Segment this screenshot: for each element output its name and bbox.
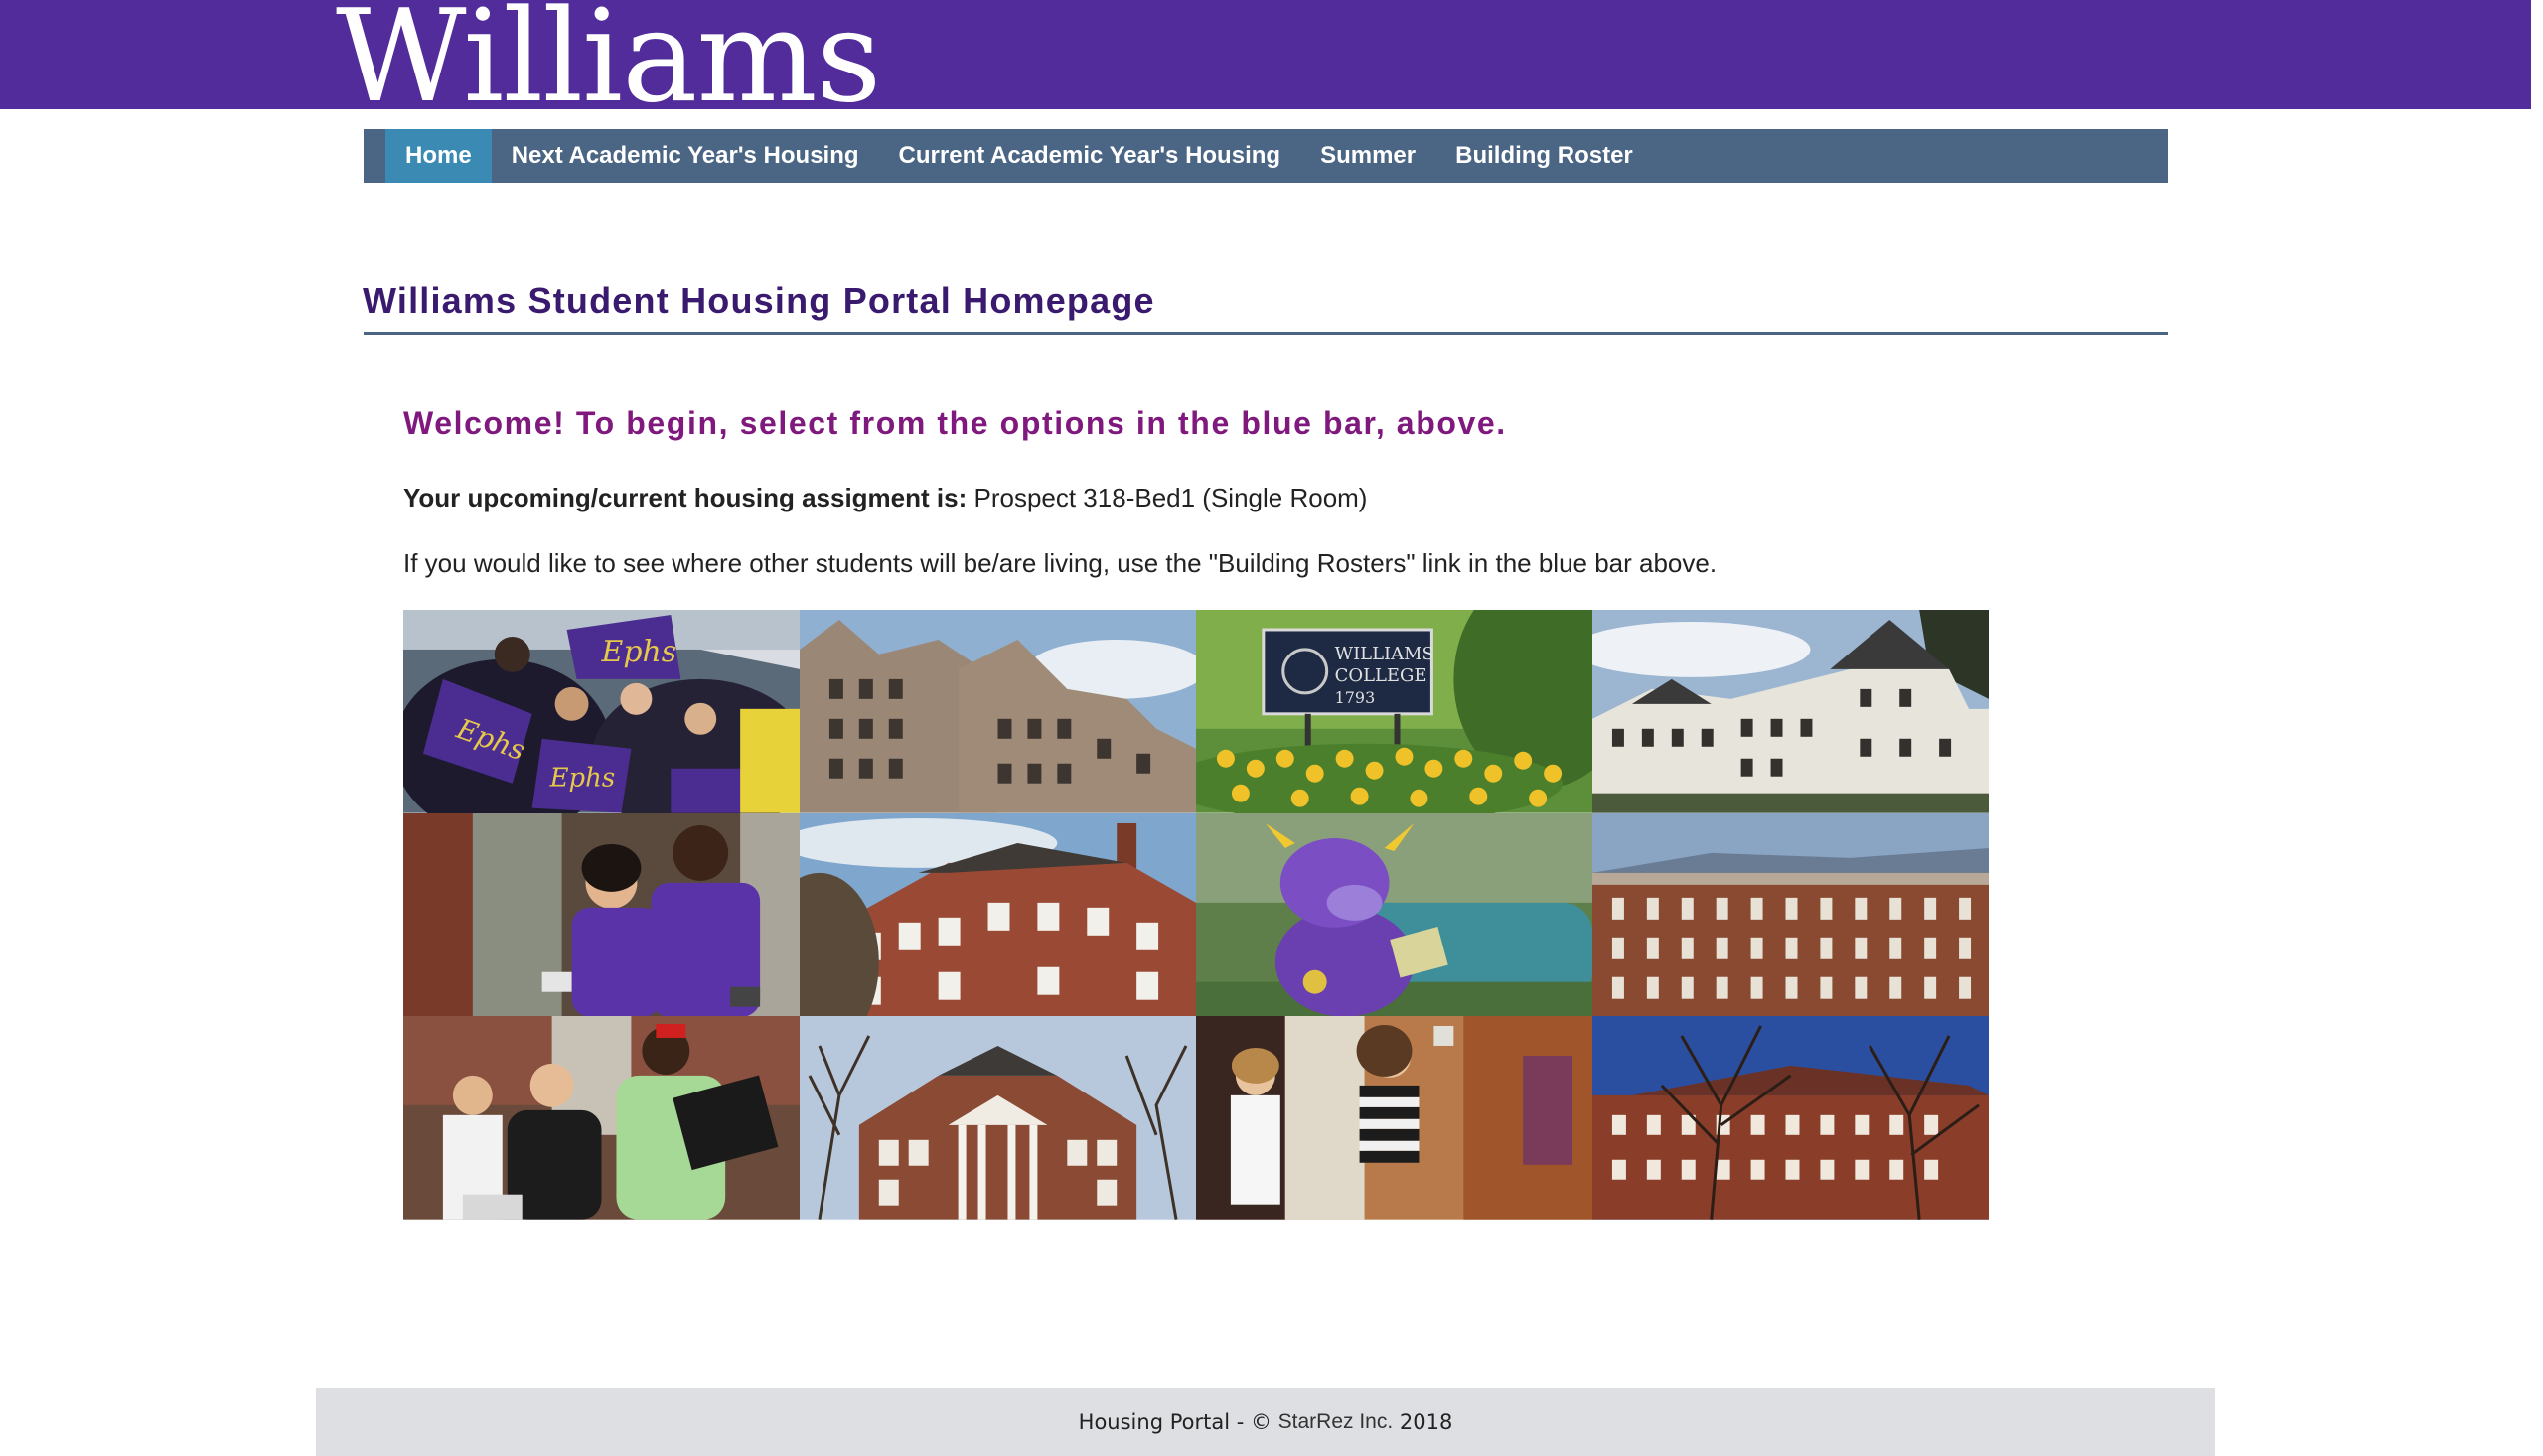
photo-stone-gothic-building [800, 610, 1196, 813]
welcome-heading: Welcome! To begin, select from the optio… [403, 405, 1507, 441]
svg-text:Ephs: Ephs [549, 764, 616, 794]
nav-home[interactable]: Home [385, 129, 492, 183]
photo-students-moving-in [403, 812, 800, 1017]
photo-brick-house-with-columns [800, 1016, 1196, 1220]
photo-students-in-dorm-room [1196, 1016, 1592, 1220]
nav-summer[interactable]: Summer [1300, 129, 1435, 183]
banner-text: Ephs [601, 635, 677, 669]
title-divider [364, 332, 2168, 335]
nav-current-academic-year-housing[interactable]: Current Academic Year's Housing [879, 129, 1301, 183]
starrez-link[interactable]: StarRez Inc. [1278, 1410, 1394, 1434]
nav-next-academic-year-housing[interactable]: Next Academic Year's Housing [492, 129, 879, 183]
roster-info-text: If you would like to see where other stu… [403, 548, 1718, 578]
photo-brick-hall-with-trees [1592, 1016, 1989, 1220]
photo-williams-college-sign: WILLIAMS COLLEGE 1793 [1196, 610, 1592, 813]
svg-text:COLLEGE: COLLEGE [1335, 665, 1427, 686]
svg-text:1793: 1793 [1335, 688, 1376, 707]
photo-brick-dormitory [1592, 812, 1989, 1017]
page: Williams Home Next Academic Year's Housi… [0, 0, 2543, 1456]
page-title: Williams Student Housing Portal Homepage [363, 280, 1155, 321]
main-nav: Home Next Academic Year's Housing Curren… [364, 129, 2168, 183]
photo-white-victorian-houses [1592, 610, 1989, 813]
site-footer: Housing Portal - © StarRez Inc. 2018 [316, 1388, 2215, 1456]
williams-logo[interactable]: Williams [336, 0, 881, 121]
footer-prefix: Housing Portal - © [1078, 1410, 1278, 1434]
assignment-label: Your upcoming/current housing assigment … [403, 483, 968, 512]
footer-year: 2018 [1393, 1410, 1453, 1434]
sign-text-williams: WILLIAMS [1335, 644, 1434, 664]
photo-students-with-ephs-banners: Ephs Ephs Ephs [403, 610, 800, 813]
assignment-value: Prospect 318-Bed1 (Single Room) [973, 483, 1368, 512]
nav-building-roster[interactable]: Building Roster [1435, 129, 1653, 183]
photo-students-carrying-boxes [403, 1016, 800, 1220]
housing-assignment: Your upcoming/current housing assigment … [403, 483, 1367, 513]
photo-collage: Ephs Ephs Ephs WILLIAMS COLLEGE 1793 [403, 610, 1989, 1220]
photo-purple-cow-mascot [1196, 812, 1592, 1017]
photo-brick-colonial-house [800, 812, 1196, 1017]
site-header: Williams [0, 0, 2531, 121]
